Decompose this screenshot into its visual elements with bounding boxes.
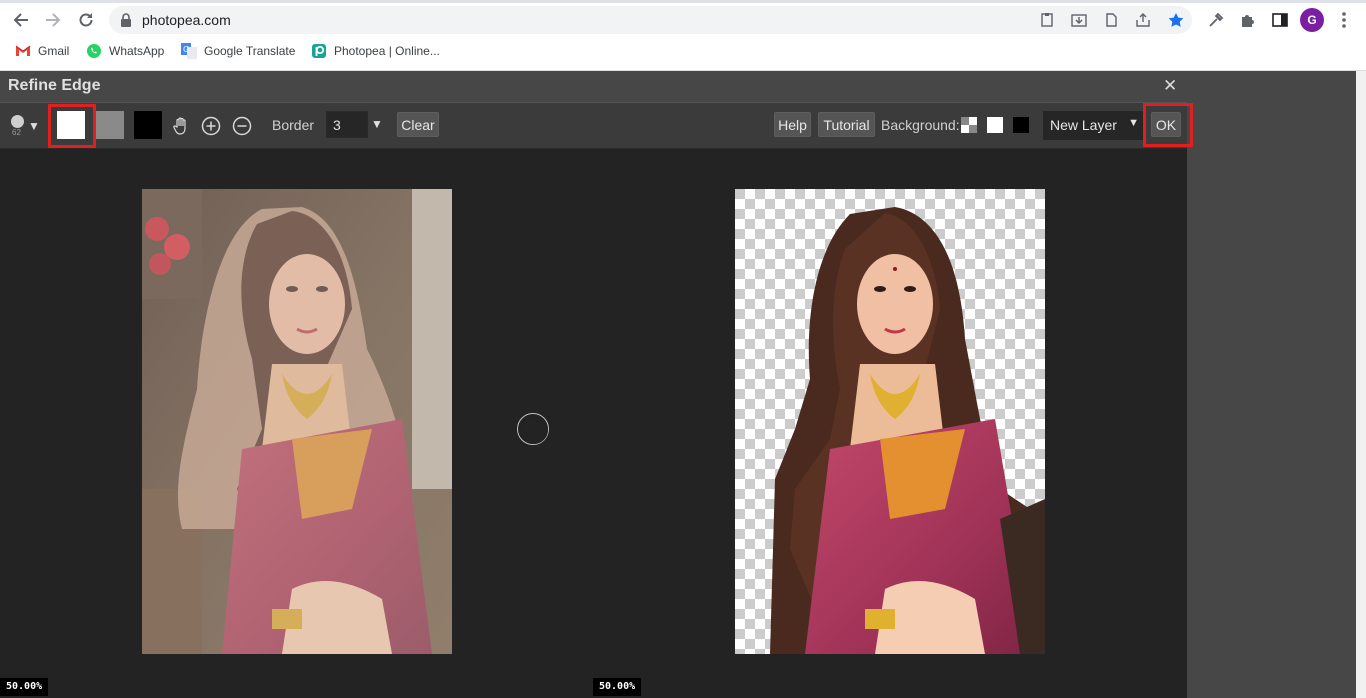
brush-dot-icon — [11, 115, 24, 128]
output-select[interactable]: New Layer ▼ — [1043, 111, 1143, 140]
tab-strip — [0, 0, 1366, 3]
extensions-puzzle-icon[interactable] — [1238, 10, 1258, 30]
url-text: photopea.com — [142, 12, 231, 28]
page-icon[interactable] — [1103, 13, 1119, 27]
clipboard-icon[interactable] — [1039, 13, 1055, 27]
background-black-swatch[interactable] — [134, 111, 162, 139]
refine-edge-toolbar: 62 ▼ Border 3 ▼ Clear Help Tutorial Back… — [0, 102, 1193, 149]
chevron-down-icon: ▼ — [1128, 117, 1139, 129]
clear-button[interactable]: Clear — [397, 112, 439, 137]
original-image-preview[interactable] — [142, 189, 452, 654]
menu-kebab-icon[interactable] — [1334, 10, 1354, 30]
refine-edge-dialog: Refine Edge ✕ 62 ▼ Border 3 ▼ Clear Help… — [0, 71, 1193, 698]
forward-arrow-icon[interactable] — [42, 9, 64, 31]
background-black-option[interactable] — [1013, 117, 1029, 133]
back-arrow-icon[interactable] — [10, 9, 32, 31]
photopea-icon — [312, 44, 326, 58]
install-app-icon[interactable] — [1071, 13, 1087, 27]
preview-area[interactable] — [0, 150, 1187, 698]
edge-gray-swatch[interactable] — [96, 111, 124, 139]
bookmark-label: Google Translate — [204, 44, 296, 58]
background-white-option[interactable] — [987, 117, 1003, 133]
svg-text:G: G — [183, 45, 189, 54]
background-transparent-swatch[interactable] — [961, 117, 977, 133]
zoom-out-icon[interactable] — [231, 115, 253, 137]
reload-icon[interactable] — [75, 9, 97, 31]
gmail-icon — [15, 45, 31, 56]
bookmark-label: Gmail — [38, 44, 70, 58]
bookmarks-bar: Gmail WhatsApp G Google Translate Photop… — [0, 40, 1366, 64]
share-icon[interactable] — [1135, 13, 1151, 27]
bookmark-google-translate[interactable]: G Google Translate — [181, 43, 295, 59]
profile-avatar[interactable]: G — [1300, 8, 1324, 32]
right-zoom-indicator: 50.00% — [593, 678, 642, 696]
whatsapp-icon — [87, 44, 101, 58]
brush-size-value: 62 — [12, 128, 21, 137]
background-label: Background: — [881, 117, 960, 133]
browser-chrome: photopea.com G Gmail WhatsApp G Google T… — [0, 0, 1366, 71]
bookmark-photopea[interactable]: Photopea | Online... — [311, 43, 440, 59]
bookmark-label: WhatsApp — [109, 44, 165, 58]
side-panel-icon[interactable] — [1270, 10, 1290, 30]
google-translate-icon: G — [181, 43, 197, 59]
dialog-title: Refine Edge — [8, 77, 101, 94]
zoom-in-icon[interactable] — [200, 115, 222, 137]
left-zoom-indicator: 50.00% — [0, 678, 49, 696]
ok-button[interactable]: OK — [1151, 112, 1181, 137]
refined-output-preview[interactable] — [735, 189, 1045, 654]
lock-icon — [121, 13, 131, 27]
bookmark-star-icon[interactable] — [1168, 13, 1184, 27]
hand-tool-icon[interactable] — [170, 115, 192, 137]
help-button[interactable]: Help — [774, 112, 811, 137]
bookmark-gmail[interactable]: Gmail — [15, 43, 69, 59]
border-label: Border — [272, 117, 315, 133]
output-select-value: New Layer — [1050, 117, 1117, 133]
brush-size-picker[interactable]: 62 ▼ — [10, 114, 40, 142]
chevron-down-icon: ▼ — [28, 119, 40, 133]
border-dropdown-caret-icon[interactable]: ▼ — [371, 117, 383, 131]
tutorial-button[interactable]: Tutorial — [818, 112, 875, 137]
address-bar[interactable]: photopea.com — [109, 6, 1192, 34]
brush-cursor-icon — [517, 413, 549, 445]
foreground-white-swatch[interactable] — [57, 111, 85, 139]
close-icon[interactable]: ✕ — [1163, 76, 1177, 96]
bookmark-label: Photopea | Online... — [334, 44, 440, 58]
photopea-side-panel — [1187, 71, 1366, 698]
border-input[interactable]: 3 — [326, 111, 368, 138]
eyedropper-icon[interactable] — [1206, 10, 1226, 30]
bookmark-whatsapp[interactable]: WhatsApp — [86, 43, 164, 59]
dialog-titlebar[interactable]: Refine Edge ✕ — [0, 71, 1187, 102]
page-scrollbar[interactable] — [1356, 71, 1366, 698]
